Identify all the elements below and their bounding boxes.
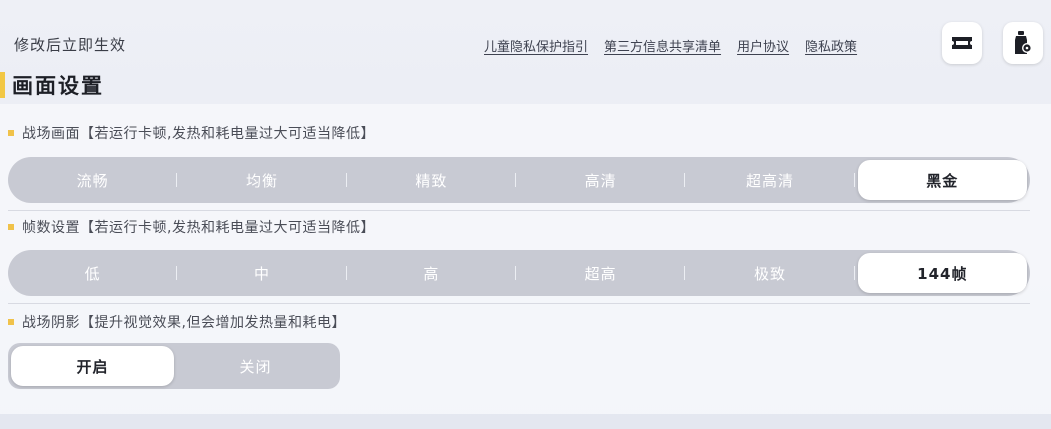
bottle-settings-icon <box>1015 31 1032 54</box>
quality-option-balanced[interactable]: 均衡 <box>177 157 347 203</box>
frame-rate-label: 帧数设置【若运行卡顿,发热和耗电量过大可适当降低】 <box>8 217 375 237</box>
shadow-option-on[interactable]: 开启 <box>11 346 174 386</box>
ticket-icon <box>952 37 972 49</box>
user-agreement-link[interactable]: 用户协议 <box>737 36 789 55</box>
bullet-icon <box>8 319 14 325</box>
bullet-icon <box>8 130 14 136</box>
fps-option-ultra[interactable]: 超高 <box>516 250 686 296</box>
quality-option-ultra-hd[interactable]: 超高清 <box>685 157 855 203</box>
section-accent-bar <box>0 72 5 98</box>
battle-quality-label: 战场画面【若运行卡顿,发热和耗电量过大可适当降低】 <box>8 123 375 143</box>
row-divider <box>8 210 1030 211</box>
bottle-settings-button[interactable] <box>1003 22 1043 64</box>
fps-option-extreme[interactable]: 极致 <box>685 250 855 296</box>
shadow-option-off[interactable]: 关闭 <box>174 343 337 389</box>
quality-option-refined[interactable]: 精致 <box>347 157 517 203</box>
child-privacy-link[interactable]: 儿童隐私保护指引 <box>484 36 588 55</box>
fps-option-high[interactable]: 高 <box>347 250 517 296</box>
quality-option-black-gold[interactable]: 黑金 <box>857 160 1027 200</box>
row-divider <box>8 303 1030 304</box>
bullet-icon <box>8 224 14 230</box>
top-bar: 修改后立即生效 儿童隐私保护指引 第三方信息共享清单 用户协议 隐私政策 <box>0 0 1051 80</box>
section-title: 画面设置 <box>12 74 104 98</box>
quality-option-smooth[interactable]: 流畅 <box>8 157 178 203</box>
shadow-toggle: 开启 关闭 <box>8 343 340 389</box>
third-party-sharing-link[interactable]: 第三方信息共享清单 <box>604 36 721 55</box>
apply-notice: 修改后立即生效 <box>14 36 127 54</box>
battle-quality-selector: 流畅 均衡 精致 高清 超高清 黑金 <box>8 157 1030 203</box>
policy-links: 儿童隐私保护指引 第三方信息共享清单 用户协议 隐私政策 <box>484 36 857 55</box>
fps-option-low[interactable]: 低 <box>8 250 178 296</box>
frame-rate-selector: 低 中 高 超高 极致 144帧 <box>8 250 1030 296</box>
quality-option-hd[interactable]: 高清 <box>516 157 686 203</box>
ticket-button[interactable] <box>942 22 982 64</box>
fps-option-144[interactable]: 144帧 <box>857 253 1027 293</box>
shadow-label: 战场阴影【提升视觉效果,但会增加发热量和耗电】 <box>8 312 346 332</box>
fps-option-medium[interactable]: 中 <box>177 250 347 296</box>
privacy-policy-link[interactable]: 隐私政策 <box>805 36 857 55</box>
